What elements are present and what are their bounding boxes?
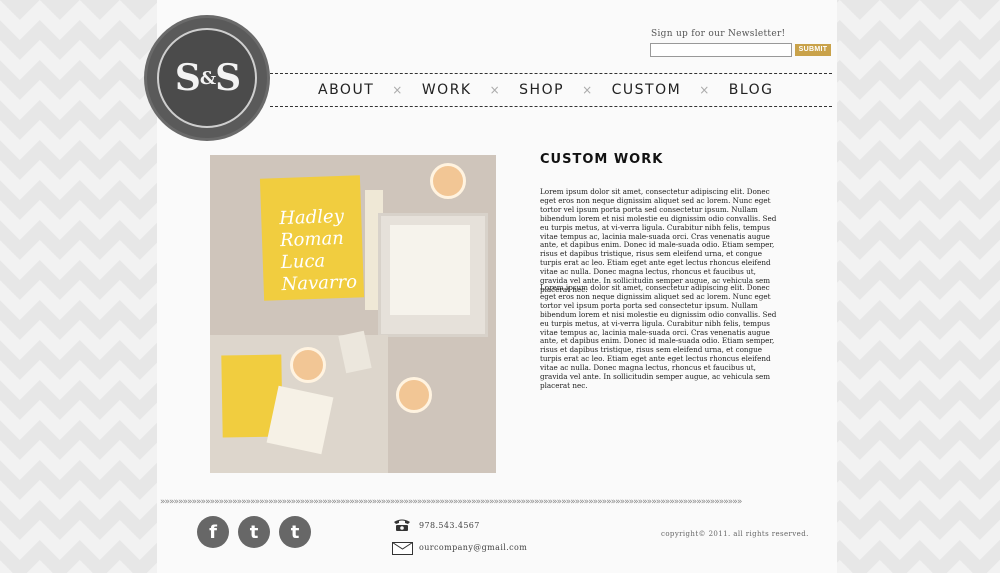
newsletter-label: Sign up for our Newsletter! [651, 29, 786, 39]
email-icon [392, 542, 413, 555]
logo-badge: S & S [157, 28, 257, 128]
newsletter-submit-button[interactable]: SUBMIT [795, 44, 831, 56]
phone-icon [394, 519, 410, 531]
logo[interactable]: S & S [147, 18, 267, 138]
nav-divider-top [270, 73, 832, 74]
nav-shop[interactable]: SHOP [519, 82, 564, 98]
nav-separator: × [392, 83, 404, 97]
nav-custom[interactable]: CUSTOM [612, 82, 682, 98]
twitter-icon[interactable]: t [238, 516, 270, 548]
nav-about[interactable]: ABOUT [318, 82, 374, 98]
tumblr-icon[interactable]: t [279, 516, 311, 548]
logo-letter-left: S [174, 57, 201, 99]
footer-copyright: copyright© 2011. all rights reserved. [661, 530, 809, 538]
newsletter-email-input[interactable] [650, 43, 792, 57]
photo-pastry [430, 163, 466, 199]
page-title: CUSTOM WORK [540, 152, 664, 167]
footer-phone: 978.543.4567 [419, 521, 480, 530]
footer-email[interactable]: ourcompany@gmail.com [419, 543, 527, 552]
photo-envelope-small [266, 385, 334, 455]
logo-letter-right: S [215, 57, 241, 99]
footer-chevron-divider: »»»»»»»»»»»»»»»»»»»»»»»»»»»»»»»»»»»»»»»»… [160, 497, 742, 507]
body-paragraph: Lorem ipsum dolor sit amet, consectetur … [540, 283, 777, 390]
nav-separator: × [489, 83, 502, 97]
custom-work-photo: Hadley Roman Luca Navarro [210, 155, 496, 473]
logo-ampersand: & [199, 67, 216, 89]
nav-separator: × [699, 83, 711, 97]
photo-invitation-script: Hadley Roman Luca Navarro [278, 205, 358, 296]
nav-separator: × [582, 83, 594, 97]
photo-envelope [390, 225, 470, 315]
nav-blog[interactable]: BLOG [729, 82, 774, 98]
facebook-icon[interactable]: f [197, 516, 229, 548]
nav-divider-bottom [270, 106, 832, 107]
photo-pastry [396, 377, 432, 413]
photo-pastry [290, 347, 326, 383]
nav-work[interactable]: WORK [422, 82, 472, 98]
body-paragraph: Lorem ipsum dolor sit amet, consectetur … [540, 187, 777, 294]
main-nav: ABOUT × WORK × SHOP × CUSTOM × BLOG [318, 82, 774, 98]
photo-yellow-invitation: Hadley Roman Luca Navarro [259, 175, 365, 301]
